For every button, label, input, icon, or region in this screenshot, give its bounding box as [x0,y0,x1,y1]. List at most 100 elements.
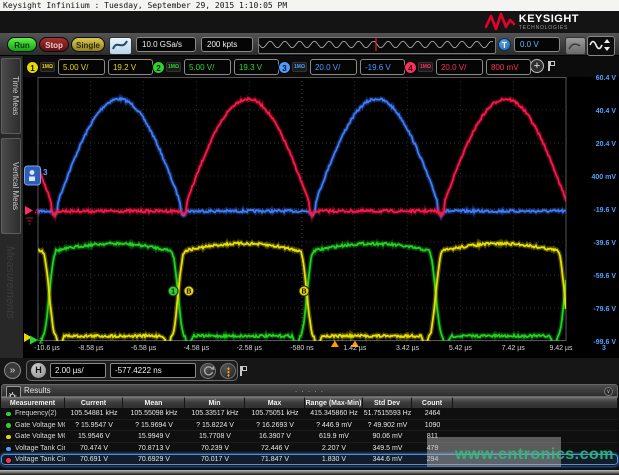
results-header[interactable]: Results . . . . . ∨ [1,384,618,397]
measurement-value: 70.691 V [65,454,123,465]
channel-4-scale-box[interactable]: 20.0 V/ [436,59,483,75]
channel-2-scale-box[interactable]: 5.00 V/ [184,59,231,75]
x-axis-label: 1.42 µs [329,345,381,352]
timebase-scale-box[interactable]: 2.00 µs/ [50,363,106,378]
x-axis-label: -580 ns [276,345,328,352]
minimize-panel-icon[interactable] [565,37,586,55]
sidebar-watermark: Measurements [4,246,16,319]
channel-settings-bar: + 11MΩ5.00 V/19.2 V21MΩ5.00 V/19.3 V31MΩ… [24,56,619,78]
toolbar: Run Stop Single 10.0 GSa/s 200 kpts T 0.… [0,33,619,56]
horizontal-badge[interactable]: H [31,363,46,378]
y-axis-label: -59.6 V [572,273,616,280]
measurement-row[interactable]: Gate Voltage MC? 15.9547 V? 15.9694 V? 1… [1,420,618,432]
channel-2-offset-box[interactable]: 19.3 V [234,59,279,75]
y-axis-label: 60.4 V [572,75,616,82]
sidebar-tab-vertical-meas[interactable]: Vertical Meas [1,138,21,234]
stop-button[interactable]: Stop [39,37,69,52]
site-watermark: www.cntronics.com [455,446,614,464]
measurement-value: 70.8713 V [123,443,185,454]
measurement-gate-markers[interactable]: 1 B B [168,286,309,296]
acquisition-preview[interactable] [258,37,496,54]
y-axis-label: 40.4 V [572,108,616,115]
measurement-value: ? 15.9694 V [123,420,185,431]
measurement-value: 2464 [412,408,453,419]
channel-4-group: 41MΩ20.0 V/800 mV [404,58,531,76]
x-axis-label: -2.58 µs [223,345,275,352]
autoscale-icon[interactable] [587,36,615,56]
waveform-display[interactable]: 3 4 2 1 B B 3 -10.6 µs-8.58 µs-6.58 µs-4… [24,77,619,358]
measurement-value: ? 15.9547 V [65,420,123,431]
add-waveform-button[interactable]: + [530,59,544,73]
measurement-value: 72.446 V [245,443,305,454]
measurement-value: 349.5 mV [363,443,412,454]
measurement-value: 105.54881 kHz [65,408,123,419]
measurement-row[interactable]: Frequency(2)105.54881 kHz105.55098 kHz10… [1,408,618,420]
horizontal-group: H 2.00 µs/ -577.4222 ns [26,360,238,381]
drag-handle[interactable]: . . . . . [2,385,617,395]
single-button[interactable]: Single [71,37,105,52]
measurement-value: 70.474 V [65,443,123,454]
column-header-max: Max [245,397,305,408]
y-axis-label: -99.6 V [572,339,616,346]
scope-canvas[interactable]: 3 4 2 1 B B [24,77,619,363]
x-axis-label: -6.58 µs [118,345,170,352]
horizontal-center-icon[interactable] [200,363,216,379]
keysight-spark-icon [485,12,515,32]
column-header-current: Current [65,397,123,408]
sample-rate-box[interactable]: 10.0 GSa/s [136,37,196,52]
measurement-value: 16.3907 V [245,431,305,442]
measurement-value: 70.6929 V [123,454,185,465]
channel-3-scale-box[interactable]: 20.0 V/ [310,59,357,75]
timebase-position-box[interactable]: -577.4222 ns [110,363,196,378]
ch3-trigger-marker-icon [25,166,41,185]
trigger-level-box[interactable]: 0.0 V [514,37,560,52]
collapse-results-button[interactable]: ∨ [604,387,613,396]
title-text: Keysight Infiniium : Tuesday, September … [3,1,287,10]
x-axis-label: -4.58 µs [170,345,222,352]
channel-1-scale-box[interactable]: 5.00 V/ [58,59,105,75]
results-table-header: MeasurementCurrentMeanMinMaxRange (Max-M… [1,397,618,408]
measurement-value: 70.017 V [185,454,245,465]
x-axis-label: -8.58 µs [65,345,117,352]
svg-text:1: 1 [171,289,175,296]
channel-4-offset-box[interactable]: 800 mV [486,59,531,75]
measurement-value: 15.7708 V [185,431,245,442]
channel-3-button[interactable]: 3 [278,61,291,74]
header-bar: KEYSIGHT TECHNOLOGIES [0,11,619,33]
memory-depth-box[interactable]: 200 kpts [201,37,253,52]
measurement-value: 70.239 V [185,443,245,454]
channel-1-offset-box[interactable]: 19.2 V [108,59,153,75]
pin-icon[interactable] [548,61,555,71]
channel-2-button[interactable]: 2 [152,61,165,74]
preview-waveform-icon [259,38,493,51]
touch-zones-icon[interactable] [109,37,132,55]
measurement-value: 51.7515593 Hz [363,408,412,419]
title-bar: Keysight Infiniium : Tuesday, September … [0,0,619,11]
channel-1-button[interactable]: 1 [26,61,39,74]
run-button[interactable]: Run [7,37,37,52]
svg-text:4: 4 [35,208,40,217]
column-header-range-max-min-: Range (Max-Min) [305,397,363,408]
measurement-value: 90.06 mV [363,431,412,442]
scope-svg[interactable]: 3 4 2 1 B B [24,77,619,358]
measurement-value: ? 49.902 mV [363,420,412,431]
zoom-mode-icon[interactable] [220,363,236,379]
y-axis-label: -79.6 V [572,306,616,313]
measurement-value: 15.9949 V [123,431,185,442]
ch2-ground-marker-icon [30,336,38,345]
traces[interactable] [38,98,566,346]
measurement-value: 1.830 V [305,454,363,465]
trigger-badge[interactable]: T [498,38,511,51]
channel-3-offset-box[interactable]: -19.6 V [360,59,405,75]
brand-name: KEYSIGHT [519,14,579,25]
right-axis-channel-indicator: 3 [602,345,606,352]
x-axis-label: 7.42 µs [487,345,539,352]
column-header-measurement: Measurement [1,397,65,408]
measurement-value: 15.9546 V [65,431,123,442]
expand-panel-button[interactable]: » [4,362,21,379]
oscilloscope-app: Keysight Infiniium : Tuesday, September … [0,0,619,475]
bottom-strip [0,470,619,475]
channel-4-button[interactable]: 4 [404,61,417,74]
measurement-value: 105.33517 kHz [185,408,245,419]
sidebar-tab-time-meas[interactable]: Time Meas [1,58,21,134]
